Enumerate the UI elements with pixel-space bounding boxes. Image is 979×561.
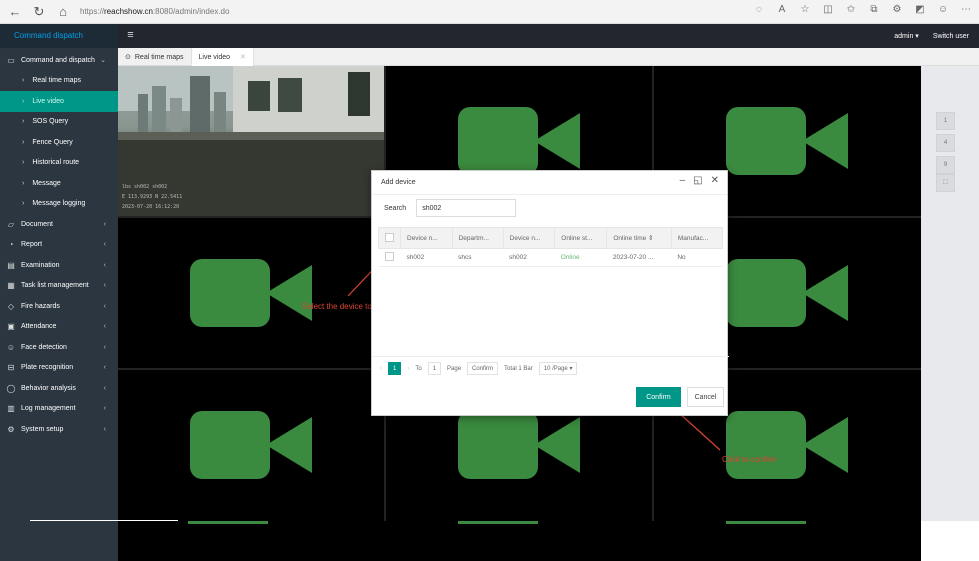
annotation-confirm: Click to confirm <box>722 455 777 464</box>
column-header[interactable]: Online st... <box>554 227 608 249</box>
table-row[interactable]: sh002 shcs sh002 Online 2023-07-20 ... N… <box>378 248 723 267</box>
search-label: Search <box>384 204 407 212</box>
column-header[interactable]: Departm... <box>451 227 504 249</box>
column-header[interactable]: Device n... <box>502 227 556 249</box>
minimize-icon[interactable]: – <box>680 175 686 186</box>
dialog-title: Add device <box>372 171 727 195</box>
checkbox[interactable] <box>385 232 394 242</box>
cell-device-number: sh002 <box>503 248 555 267</box>
search-row: Search <box>384 199 517 217</box>
table-header-row: Device n... Departm... Device n... Onlin… <box>378 227 724 249</box>
pagination: ‹ 1 › To 1 Page Confirm Total 1 Bar 10 /… <box>380 362 578 375</box>
confirm-button[interactable]: Confirm <box>636 387 681 407</box>
cell-online-status: Online <box>554 248 607 267</box>
cell-manufacturer: No <box>671 248 723 267</box>
page-size-select[interactable]: 10 /Page ▾ <box>538 362 578 375</box>
select-all-checkbox[interactable] <box>378 227 401 249</box>
maximize-icon[interactable]: ◱ <box>693 175 702 186</box>
column-header[interactable]: Device n... <box>400 227 453 249</box>
current-page-button[interactable]: 1 <box>388 362 402 375</box>
page-jump-input[interactable]: 1 <box>427 362 442 375</box>
row-checkbox-cell[interactable] <box>378 248 401 267</box>
divider <box>372 356 729 357</box>
column-header[interactable]: Online time ⇕ <box>606 227 672 249</box>
pager-page-label: Page <box>447 365 462 372</box>
chevron-down-icon: ▾ <box>569 366 573 372</box>
close-icon[interactable]: ✕ <box>711 175 719 186</box>
pager-total: Total 1 Bar <box>504 365 533 372</box>
device-table: Device n... Departm... Device n... Onlin… <box>378 227 724 267</box>
pager-to-label: To <box>415 365 422 372</box>
prev-page-icon[interactable]: ‹ <box>380 366 382 372</box>
page-jump-confirm-button[interactable]: Confirm <box>467 362 499 375</box>
add-device-dialog: Add device – ◱ ✕ Search Device n... Depa… <box>371 170 729 416</box>
cell-online-time: 2023-07-20 ... <box>606 248 672 267</box>
cell-device-name: sh002 <box>400 248 453 267</box>
cell-department: shcs <box>452 248 504 267</box>
page-size-value: 10 /Page <box>543 365 568 372</box>
search-input[interactable] <box>416 199 517 217</box>
row-checkbox[interactable] <box>384 252 394 261</box>
dialog-controls: – ◱ ✕ <box>680 175 719 186</box>
column-header[interactable]: Manufac... <box>670 227 724 249</box>
cancel-button[interactable]: Cancel <box>687 387 724 407</box>
next-page-icon[interactable]: › <box>407 366 409 372</box>
